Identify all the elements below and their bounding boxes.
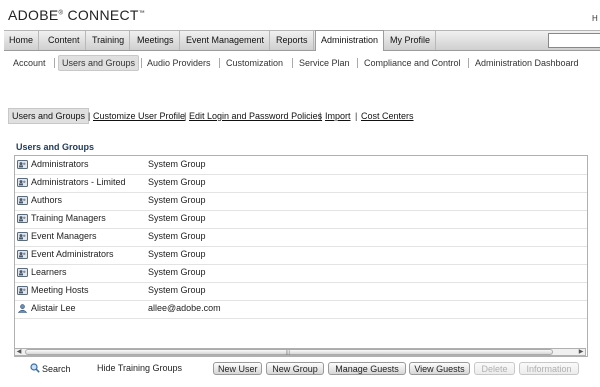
link-customize-user-profile[interactable]: Customize User Profile <box>93 109 185 123</box>
link-import[interactable]: Import <box>325 109 351 123</box>
top-navigation: Home Content Training Meetings Event Man… <box>4 30 600 51</box>
row-type: System Group <box>148 195 206 205</box>
divider <box>219 58 220 68</box>
tab-home[interactable]: Home <box>4 31 40 50</box>
tab-content[interactable]: Content <box>43 31 86 50</box>
list-row[interactable]: Alistair Lee allee@adobe.com <box>15 300 587 319</box>
row-type: System Group <box>148 177 206 187</box>
row-name[interactable]: Authors <box>31 195 62 205</box>
subnav-account[interactable]: Account <box>10 56 49 70</box>
divider <box>292 58 293 68</box>
manage-guests-button[interactable]: Manage Guests <box>328 362 406 375</box>
divider <box>141 58 142 68</box>
row-type: System Group <box>148 267 206 277</box>
list-row[interactable]: Authors System Group <box>15 192 587 211</box>
group-icon <box>17 178 28 187</box>
row-name[interactable]: Administrators <box>31 159 89 169</box>
scroll-left-icon[interactable]: ◀ <box>15 349 23 355</box>
row-name[interactable]: Alistair Lee <box>31 303 76 313</box>
row-type: System Group <box>148 159 206 169</box>
row-name[interactable]: Administrators - Limited <box>31 177 126 187</box>
link-cost-centers[interactable]: Cost Centers <box>361 109 414 123</box>
tab-my-profile[interactable]: My Profile <box>385 31 437 50</box>
list-row[interactable]: Learners System Group <box>15 264 587 283</box>
link-separator: | <box>319 111 322 121</box>
link-separator: | <box>355 111 358 121</box>
scroll-right-icon[interactable]: ▶ <box>577 349 585 355</box>
search-link[interactable]: Search <box>30 363 71 374</box>
group-icon <box>17 196 28 205</box>
scroll-thumb[interactable]: ||| <box>25 349 553 356</box>
tab-training[interactable]: Training <box>87 31 131 50</box>
group-icon <box>17 232 28 241</box>
list-row[interactable]: Event Administrators System Group <box>15 246 587 265</box>
list-row[interactable]: Administrators - Limited System Group <box>15 174 587 193</box>
divider <box>468 58 469 68</box>
list-row[interactable]: Administrators System Group <box>15 156 587 175</box>
group-icon <box>17 214 28 223</box>
tab-administration[interactable]: Administration <box>315 30 385 51</box>
view-guests-button[interactable]: View Guests <box>409 362 470 375</box>
link-users-and-groups[interactable]: Users and Groups <box>8 108 90 124</box>
users-groups-list: Administrators System Group Administrators… <box>14 155 588 357</box>
row-type: System Group <box>148 213 206 223</box>
subnav-customization[interactable]: Customization <box>223 56 286 70</box>
subnav-users-and-groups[interactable]: Users and Groups <box>58 55 140 71</box>
magnifier-icon <box>30 363 40 373</box>
row-type: allee@adobe.com <box>148 303 221 313</box>
delete-button[interactable]: Delete <box>474 362 515 375</box>
link-edit-login-password-policies[interactable]: Edit Login and Password Policies <box>189 109 322 123</box>
section-title: Users and Groups <box>16 142 95 152</box>
divider <box>54 58 55 68</box>
link-separator: | <box>88 111 91 121</box>
grip-icon: ||| <box>286 350 290 356</box>
group-icon <box>17 160 28 169</box>
tab-reports[interactable]: Reports <box>271 31 314 50</box>
row-type: System Group <box>148 249 206 259</box>
hide-training-groups-link[interactable]: Hide Training Groups <box>97 363 182 373</box>
row-name[interactable]: Event Administrators <box>31 249 114 259</box>
row-name[interactable]: Meeting Hosts <box>31 285 89 295</box>
row-type: System Group <box>148 231 206 241</box>
user-icon <box>17 304 28 313</box>
tab-event-management[interactable]: Event Management <box>181 31 271 50</box>
information-button[interactable]: Information <box>519 362 579 375</box>
list-row[interactable]: Training Managers System Group <box>15 210 587 229</box>
user-menu[interactable]: H <box>592 14 598 23</box>
group-icon <box>17 250 28 259</box>
group-icon <box>17 268 28 277</box>
link-separator: | <box>184 111 187 121</box>
subnav-compliance-and-control[interactable]: Compliance and Control <box>361 56 464 70</box>
group-icon <box>17 286 28 295</box>
row-name[interactable]: Learners <box>31 267 67 277</box>
row-name[interactable]: Training Managers <box>31 213 106 223</box>
new-user-button[interactable]: New User <box>213 362 262 375</box>
tab-meetings[interactable]: Meetings <box>132 31 180 50</box>
subnav-service-plan[interactable]: Service Plan <box>296 56 353 70</box>
search-input[interactable] <box>548 33 600 48</box>
list-row[interactable]: Meeting Hosts System Group <box>15 282 587 301</box>
row-name[interactable]: Event Managers <box>31 231 97 241</box>
adobe-connect-logo: ADOBE® CONNECT™ <box>8 7 146 23</box>
divider <box>357 58 358 68</box>
subnav-audio-providers[interactable]: Audio Providers <box>144 56 214 70</box>
subnav-administration-dashboard[interactable]: Administration Dashboard <box>472 56 582 70</box>
new-group-button[interactable]: New Group <box>266 362 324 375</box>
list-row[interactable]: Event Managers System Group <box>15 228 587 247</box>
row-type: System Group <box>148 285 206 295</box>
horizontal-scrollbar[interactable]: ◀ ||| ▶ <box>14 348 586 356</box>
